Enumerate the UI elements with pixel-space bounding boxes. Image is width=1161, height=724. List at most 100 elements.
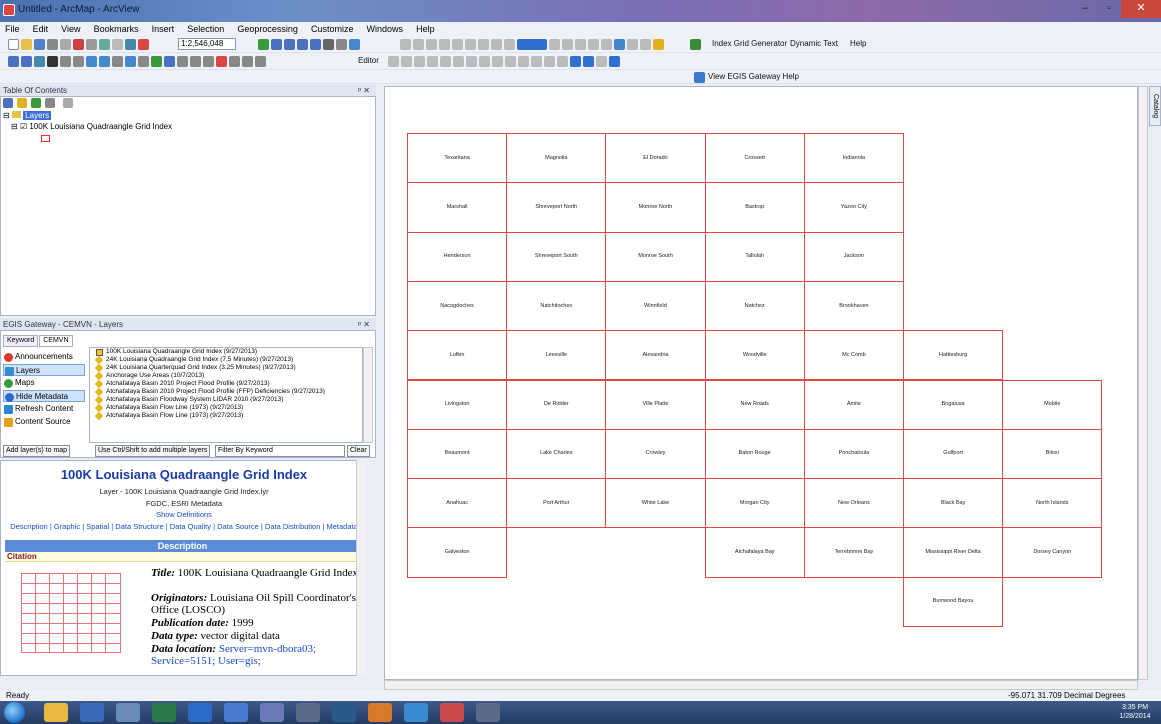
list-item[interactable]: Atchafalaya Basin Flow Line (1973) (9/27…: [90, 403, 362, 413]
explorer-icon[interactable]: [44, 703, 68, 722]
menu-selection[interactable]: Selection: [182, 22, 229, 36]
arcmap-icon: [3, 4, 15, 16]
app-icon[interactable]: [260, 703, 284, 722]
app-icon[interactable]: [152, 703, 176, 722]
map-view[interactable]: Texarkana Magnolia El Dorado Crossett Indian…: [384, 86, 1138, 680]
tab-cemvn[interactable]: CEMVN: [39, 335, 73, 347]
nav-refresh-content[interactable]: Refresh Content: [3, 403, 85, 415]
nav-maps[interactable]: Maps: [3, 377, 85, 389]
layers-label[interactable]: Layers: [23, 111, 52, 120]
app-icon[interactable]: [116, 703, 140, 722]
maximize-button[interactable]: ▫: [1097, 0, 1121, 18]
standard-tools[interactable]: [8, 38, 151, 51]
list-item[interactable]: Anchorage Use Areas (10/7/2013): [90, 371, 362, 381]
map-vertical-scrollbar[interactable]: [1138, 86, 1148, 680]
menu-insert[interactable]: Insert: [147, 22, 180, 36]
app-icon[interactable]: [368, 703, 392, 722]
clear-button[interactable]: Clear: [347, 445, 370, 457]
minimize-button[interactable]: –: [1073, 0, 1097, 18]
menu-edit[interactable]: Edit: [28, 22, 54, 36]
menu-bookmarks[interactable]: Bookmarks: [89, 22, 144, 36]
tab-keyword[interactable]: Keyword: [3, 335, 39, 347]
citation-data-location: Data location: Server=mvn-dbora03; Servi…: [151, 643, 363, 667]
list-item-label: Atchafalaya Basin Flow Line (1973) (9/27…: [106, 412, 244, 419]
list-by-drawing-order-icon[interactable]: [3, 98, 13, 108]
menu-windows[interactable]: Windows: [362, 22, 409, 36]
grid-cell: Bastrop: [704, 182, 805, 233]
app-icon[interactable]: [224, 703, 248, 722]
menu-geoprocessing[interactable]: Geoprocessing: [232, 22, 303, 36]
internet-explorer-icon[interactable]: [188, 703, 212, 722]
maps-icon: [4, 379, 13, 388]
layers-group[interactable]: ⊟ Layers: [3, 111, 52, 121]
list-item[interactable]: Atchafalaya Basin Floodway System LIDAR …: [90, 395, 362, 405]
metadata-section-links[interactable]: Description | Graphic | Spatial | Data S…: [1, 522, 365, 531]
list-by-visibility-icon[interactable]: [31, 98, 41, 108]
layer-item[interactable]: ⊟ ☑ 100K Louisiana Quadraangle Grid Inde…: [11, 122, 172, 132]
grid-cell: Lufkin: [407, 330, 508, 381]
app-icon[interactable]: [296, 703, 320, 722]
tools-group-3[interactable]: [400, 38, 640, 51]
menu-view[interactable]: View: [56, 22, 85, 36]
menu-customize[interactable]: Customize: [306, 22, 359, 36]
map-horizontal-scrollbar[interactable]: [384, 680, 1138, 690]
collapse-icon[interactable]: ⊟: [3, 111, 10, 120]
arcmap-taskbar-icon[interactable]: [476, 703, 500, 722]
app-icon[interactable]: [332, 703, 356, 722]
layer-checkbox-icon[interactable]: ☑: [20, 122, 27, 131]
tools-group-2[interactable]: [258, 38, 362, 51]
list-item-label: 100K Louisiana Quadraangle Grid Index (9…: [106, 348, 258, 355]
index-grid-icon[interactable]: [690, 38, 703, 51]
close-button[interactable]: ✕: [1121, 0, 1161, 18]
keyword-filter-select[interactable]: Filter By Keyword: [215, 445, 345, 457]
layer-list-scrollbar[interactable]: [363, 347, 373, 443]
app-icon[interactable]: [80, 703, 104, 722]
dynamic-text-menu[interactable]: Dynamic Text: [790, 39, 838, 49]
grid-cell-label: Amite: [846, 401, 861, 408]
collapse-icon[interactable]: ⊟: [11, 122, 18, 131]
grid-cell-label: Henderson: [443, 253, 471, 260]
nav-layers[interactable]: Layers: [3, 364, 85, 376]
list-item[interactable]: Atchafalaya Basin 2010 Project Flood Pro…: [90, 387, 362, 397]
list-item[interactable]: Atchafalaya Basin Flow Line (1973) (9/27…: [90, 411, 362, 421]
menu-file[interactable]: File: [0, 22, 25, 36]
nav-content-source[interactable]: Content Source: [3, 416, 85, 428]
nav-hide-metadata[interactable]: Hide Metadata: [3, 390, 85, 402]
editor-menu[interactable]: Editor: [358, 56, 379, 66]
add-layer-button[interactable]: Add layer(s) to map: [3, 445, 71, 457]
options-icon[interactable]: [63, 98, 73, 108]
list-item[interactable]: 24K Louisiana Quarterquad Grid Index (3.…: [90, 363, 362, 373]
menu-bar: File Edit View Bookmarks Insert Selectio…: [0, 22, 1161, 36]
metadata-scrollbar[interactable]: [356, 460, 366, 676]
grid-cell-label: Winnfield: [644, 302, 667, 309]
grid-cell-label: Lake Charles: [540, 450, 573, 457]
list-item[interactable]: Atchafalaya Basin 2010 Project Flood Pro…: [90, 379, 362, 389]
app-icon[interactable]: [404, 703, 428, 722]
list-item-label: 24K Louisiana Quadraangle Grid Index (7.…: [106, 356, 294, 363]
title-bar: Untitled - ArcMap - ArcView – ▫ ✕: [0, 0, 1161, 22]
navigation-tools[interactable]: [8, 55, 268, 68]
show-definitions-link[interactable]: Show Definitions: [1, 510, 365, 519]
map-scale-input[interactable]: 1:2,546,048: [178, 38, 236, 50]
catalog-tab[interactable]: Catalog: [1149, 86, 1161, 126]
tools-group-4[interactable]: [640, 38, 666, 51]
list-by-source-icon[interactable]: [17, 98, 27, 108]
index-grid-generator-menu[interactable]: Index Grid Generator: [712, 39, 787, 49]
view-egis-help-menu[interactable]: View EGIS Gateway Help: [708, 72, 799, 82]
metadata-panel: 100K Louisiana Quadraangle Grid Index La…: [0, 460, 366, 676]
app-icon[interactable]: [440, 703, 464, 722]
help-menu[interactable]: Help: [850, 39, 866, 49]
menu-help[interactable]: Help: [411, 22, 440, 36]
editor-tools[interactable]: [388, 55, 622, 68]
grid-cell: Crossett: [704, 133, 805, 184]
list-item[interactable]: 100K Louisiana Quadraangle Grid Index (9…: [90, 348, 362, 356]
grid-cell: North Islands: [1002, 478, 1103, 529]
list-by-selection-icon[interactable]: [45, 98, 55, 108]
list-item[interactable]: 24K Louisiana Quadraangle Grid Index (7.…: [90, 355, 362, 365]
layer-name[interactable]: 100K Louisiana Quadraangle Grid Index: [29, 122, 172, 131]
nav-announcements[interactable]: Announcements: [3, 351, 85, 363]
start-button[interactable]: [4, 702, 25, 723]
grid-cell: Crowley: [605, 428, 706, 480]
grid-cell: Monroe North: [605, 182, 706, 233]
egis-help-icon: [694, 71, 707, 84]
